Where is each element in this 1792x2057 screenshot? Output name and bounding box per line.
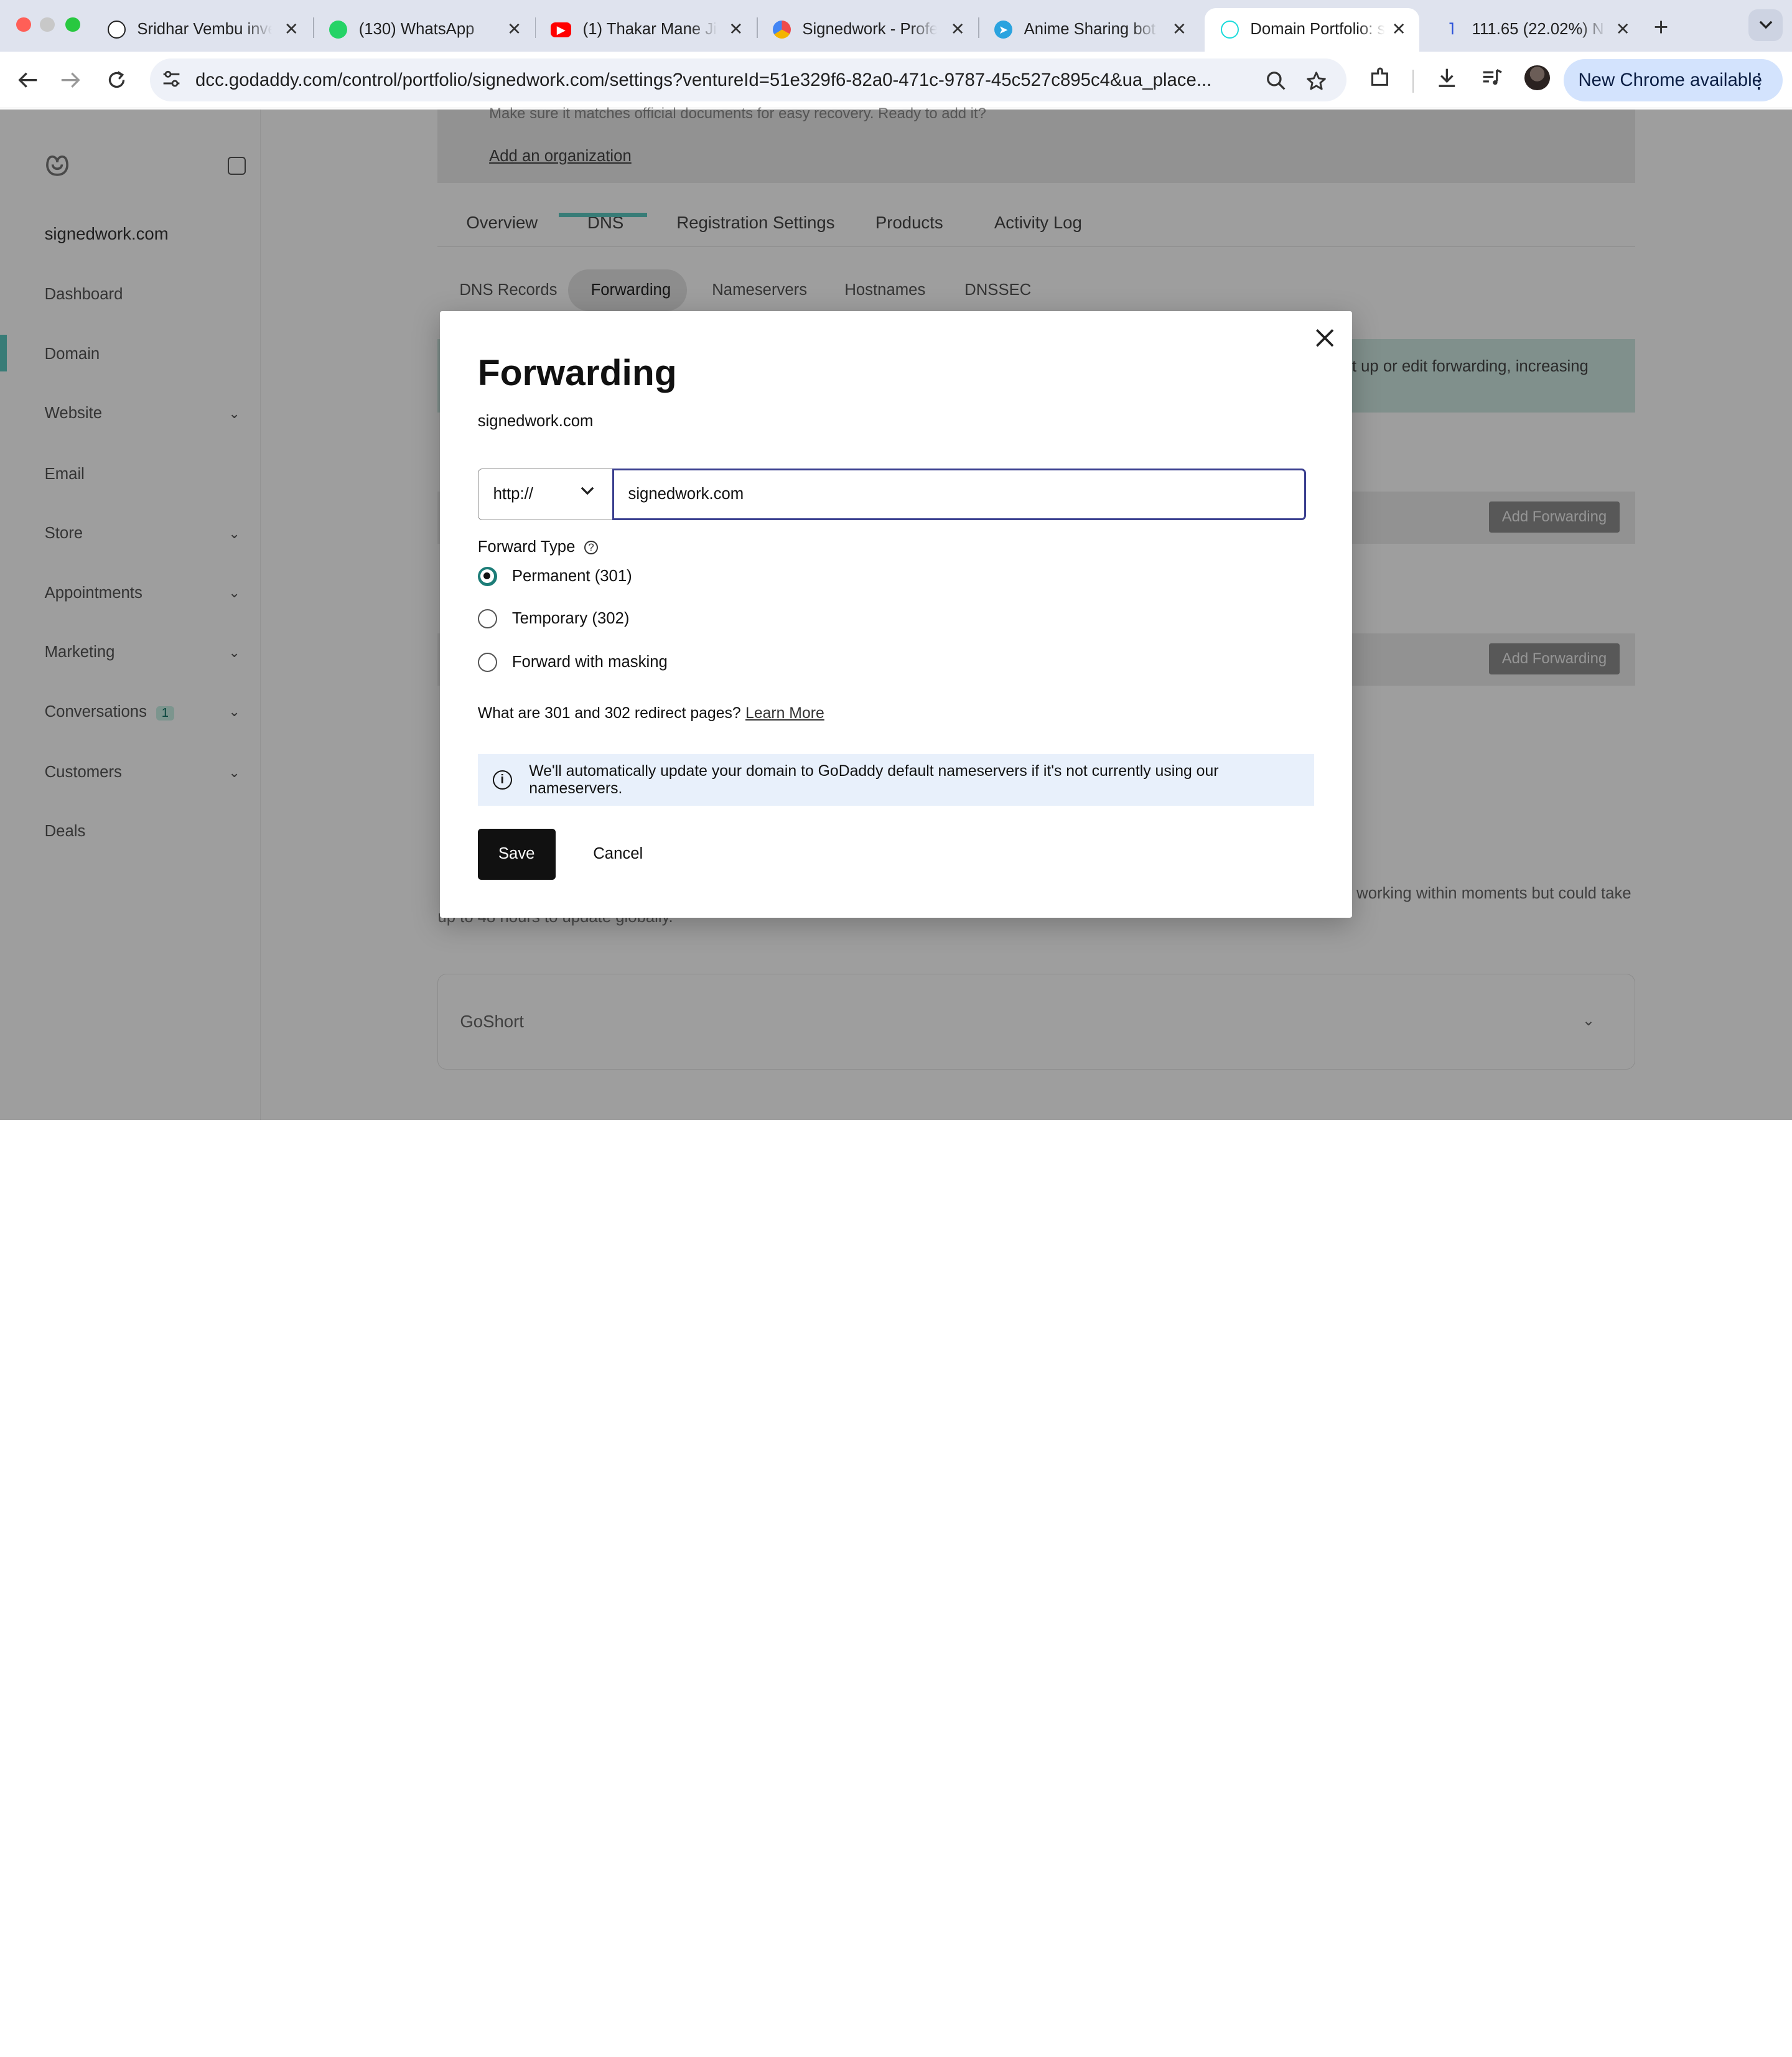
tab-title: Sridhar Vembu inve xyxy=(137,21,273,39)
close-window-button[interactable] xyxy=(16,17,31,32)
signedwork-icon xyxy=(772,21,791,39)
arrow-right-icon xyxy=(62,72,81,88)
protocol-select[interactable]: http:// xyxy=(477,469,613,520)
browser-tab[interactable]: Sridhar Vembu inve ✕ xyxy=(91,8,312,52)
redirect-help-text: What are 301 and 302 redirect pages? Lear… xyxy=(478,705,824,722)
download-icon[interactable] xyxy=(1435,67,1458,95)
nameserver-info-text: We'll automatically update your domain t… xyxy=(529,762,1219,797)
tab-title: (130) WhatsApp xyxy=(358,21,475,39)
extensions-icon[interactable] xyxy=(1369,67,1392,95)
youtube-icon: ▶ xyxy=(551,22,572,37)
dialog-domain: signedwork.com xyxy=(477,413,594,431)
radio-label: Forward with masking xyxy=(511,653,668,671)
destination-url-input[interactable] xyxy=(612,469,1307,520)
radio-label: Temporary (302) xyxy=(511,610,630,628)
close-tab-icon[interactable]: ✕ xyxy=(948,19,966,39)
url-text: dcc.godaddy.com/control/portfolio/signed… xyxy=(195,70,1212,91)
tab-title: Domain Portfolio: s xyxy=(1250,21,1386,39)
forwarding-dialog: Forwarding signedwork.com http:// Forwar… xyxy=(440,310,1352,918)
back-button[interactable] xyxy=(12,65,42,95)
learn-more-link[interactable]: Learn More xyxy=(745,705,824,722)
close-icon[interactable] xyxy=(1312,325,1337,350)
tab-search-button[interactable] xyxy=(1748,9,1783,42)
forward-type-label: Forward Type ? xyxy=(477,538,599,556)
browser-tab[interactable]: ˥ 111.65 (22.02%) N ✕ xyxy=(1426,8,1643,52)
new-tab-icon[interactable]: + xyxy=(1654,12,1669,42)
godaddy-icon xyxy=(1220,21,1239,39)
close-tab-icon[interactable]: ✕ xyxy=(505,19,523,39)
trading-icon: ˥ xyxy=(1448,21,1455,39)
cancel-button[interactable]: Cancel xyxy=(577,829,659,880)
chrome-update-label: New Chrome available xyxy=(1578,70,1762,91)
help-icon[interactable]: ? xyxy=(584,540,599,554)
protocol-value: http:// xyxy=(493,485,533,503)
browser-toolbar: dcc.godaddy.com/control/portfolio/signed… xyxy=(0,51,1792,109)
close-tab-icon[interactable]: ✕ xyxy=(1389,19,1407,39)
close-tab-icon[interactable]: ✕ xyxy=(1613,19,1631,39)
chevron-down-icon xyxy=(1759,21,1773,29)
radio-temporary-302[interactable]: Temporary (302) xyxy=(477,609,630,629)
redirect-help-question: What are 301 and 302 redirect pages? xyxy=(477,705,741,722)
browser-window: Sridhar Vembu inve ✕ (130) WhatsApp ✕ ▶ … xyxy=(0,0,1792,1120)
radio-button[interactable] xyxy=(477,652,497,672)
forward-type-text: Forward Type xyxy=(477,538,576,556)
zoom-icon[interactable] xyxy=(1266,71,1286,95)
tab-title: Anime Sharing bot xyxy=(1024,21,1156,39)
browser-tab[interactable]: (130) WhatsApp ✕ xyxy=(313,8,534,52)
more-menu-icon[interactable]: ⋮ xyxy=(1748,68,1769,93)
browser-tab[interactable]: Signedwork - Profe ✕ xyxy=(757,8,978,52)
reload-icon xyxy=(108,71,124,88)
whatsapp-icon xyxy=(329,21,348,39)
info-icon: i xyxy=(492,770,512,790)
chevron-down-icon xyxy=(581,487,594,495)
media-control-icon[interactable] xyxy=(1481,67,1504,95)
tab-title: 111.65 (22.02%) N xyxy=(1472,21,1604,39)
maximize-window-button[interactable] xyxy=(65,17,80,32)
chrome-update-button[interactable]: New Chrome available ⋮ xyxy=(1563,59,1783,102)
radio-button[interactable] xyxy=(477,609,497,629)
radio-permanent-301[interactable]: Permanent (301) xyxy=(477,566,632,587)
tab-strip: Sridhar Vembu inve ✕ (130) WhatsApp ✕ ▶ … xyxy=(0,0,1792,52)
toolbar-divider xyxy=(1412,70,1414,93)
close-tab-icon[interactable]: ✕ xyxy=(1170,19,1188,39)
arrow-left-icon xyxy=(17,72,37,88)
profile-avatar[interactable] xyxy=(1524,65,1550,91)
browser-tab-active[interactable]: Domain Portfolio: s ✕ xyxy=(1204,7,1420,52)
tab-title: (1) Thakar Mane Ji xyxy=(582,21,717,39)
radio-button-checked[interactable] xyxy=(477,566,497,587)
save-button[interactable]: Save xyxy=(477,828,556,880)
telegram-icon: ➤ xyxy=(994,21,1013,39)
browser-tab[interactable]: ➤ Anime Sharing bot ✕ xyxy=(978,8,1200,52)
bookmark-star-icon[interactable] xyxy=(1306,71,1327,96)
browser-tab[interactable]: ▶ (1) Thakar Mane Ji ✕ xyxy=(535,8,757,52)
reload-button[interactable] xyxy=(101,65,131,95)
address-bar[interactable]: dcc.godaddy.com/control/portfolio/signed… xyxy=(149,58,1346,102)
close-tab-icon[interactable]: ✕ xyxy=(282,19,301,39)
nameserver-info-box: i We'll automatically update your domain… xyxy=(477,754,1315,806)
site-info-icon[interactable] xyxy=(161,70,182,93)
openai-icon xyxy=(107,21,126,39)
minimize-window-button[interactable] xyxy=(40,17,55,32)
close-tab-icon[interactable]: ✕ xyxy=(727,19,745,39)
forward-button[interactable] xyxy=(56,65,86,95)
radio-forward-with-masking[interactable]: Forward with masking xyxy=(477,652,668,672)
tab-title: Signedwork - Profe xyxy=(802,21,938,39)
radio-label: Permanent (301) xyxy=(511,567,632,585)
dialog-title: Forwarding xyxy=(477,352,677,393)
